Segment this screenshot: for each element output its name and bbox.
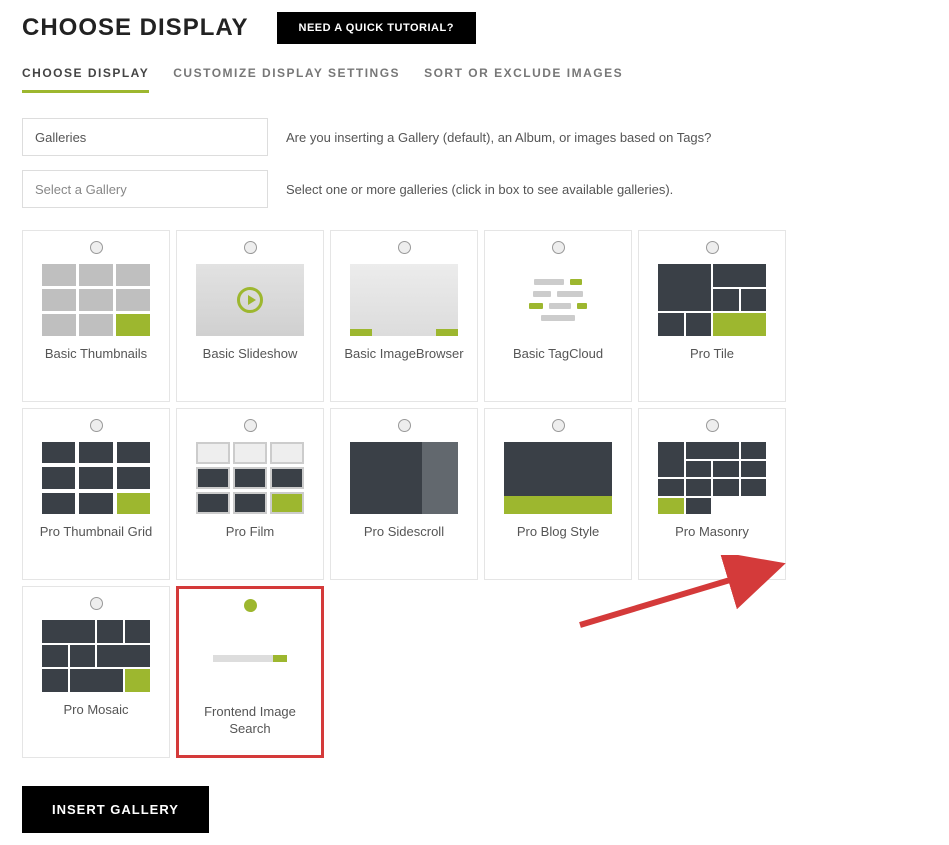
preview-basic-slideshow bbox=[196, 264, 304, 336]
gallery-help-text: Select one or more galleries (click in b… bbox=[286, 182, 673, 197]
option-label: Pro Film bbox=[226, 524, 274, 541]
radio-icon bbox=[552, 419, 565, 432]
option-label: Pro Mosaic bbox=[63, 702, 128, 719]
option-label: Pro Thumbnail Grid bbox=[40, 524, 152, 541]
option-label: Pro Tile bbox=[690, 346, 734, 363]
preview-basic-thumbnails bbox=[42, 264, 150, 336]
option-pro-film[interactable]: Pro Film bbox=[176, 408, 324, 580]
option-label: Basic ImageBrowser bbox=[344, 346, 463, 363]
option-label: Basic Thumbnails bbox=[45, 346, 147, 363]
preview-frontend-image-search bbox=[196, 622, 304, 694]
preview-pro-blog-style bbox=[504, 442, 612, 514]
radio-icon bbox=[706, 419, 719, 432]
radio-icon bbox=[244, 241, 257, 254]
page-title: CHOOSE DISPLAY bbox=[22, 14, 249, 42]
radio-icon bbox=[552, 241, 565, 254]
option-pro-tile[interactable]: Pro Tile bbox=[638, 230, 786, 402]
option-pro-mosaic[interactable]: Pro Mosaic bbox=[22, 586, 170, 758]
tab-customize-settings[interactable]: CUSTOMIZE DISPLAY SETTINGS bbox=[173, 66, 400, 93]
gallery-select[interactable]: Select a Gallery bbox=[22, 170, 268, 208]
preview-pro-sidescroll bbox=[350, 442, 458, 514]
option-basic-tagcloud[interactable]: Basic TagCloud bbox=[484, 230, 632, 402]
display-options-grid: Basic Thumbnails Basic Slideshow Basic I… bbox=[22, 230, 927, 758]
option-frontend-image-search[interactable]: Frontend Image Search bbox=[176, 586, 324, 758]
option-label: Frontend Image Search bbox=[187, 704, 313, 738]
radio-icon bbox=[244, 419, 257, 432]
preview-pro-mosaic bbox=[42, 620, 150, 692]
radio-icon bbox=[90, 419, 103, 432]
option-pro-blog-style[interactable]: Pro Blog Style bbox=[484, 408, 632, 580]
insert-gallery-button[interactable]: INSERT GALLERY bbox=[22, 786, 209, 833]
play-icon bbox=[237, 287, 263, 313]
preview-pro-film bbox=[196, 442, 304, 514]
option-pro-thumbnail-grid[interactable]: Pro Thumbnail Grid bbox=[22, 408, 170, 580]
tab-choose-display[interactable]: CHOOSE DISPLAY bbox=[22, 66, 149, 93]
radio-icon bbox=[90, 597, 103, 610]
option-pro-sidescroll[interactable]: Pro Sidescroll bbox=[330, 408, 478, 580]
radio-icon bbox=[398, 419, 411, 432]
preview-pro-tile bbox=[658, 264, 766, 336]
option-label: Basic Slideshow bbox=[203, 346, 298, 363]
radio-icon bbox=[244, 599, 257, 612]
radio-icon bbox=[706, 241, 719, 254]
preview-pro-masonry bbox=[658, 442, 766, 514]
tab-sort-exclude[interactable]: SORT OR EXCLUDE IMAGES bbox=[424, 66, 623, 93]
option-label: Pro Masonry bbox=[675, 524, 749, 541]
preview-basic-imagebrowser bbox=[350, 264, 458, 336]
option-label: Basic TagCloud bbox=[513, 346, 603, 363]
tutorial-button[interactable]: NEED A QUICK TUTORIAL? bbox=[277, 12, 476, 44]
radio-icon bbox=[90, 241, 103, 254]
option-basic-thumbnails[interactable]: Basic Thumbnails bbox=[22, 230, 170, 402]
tab-bar: CHOOSE DISPLAY CUSTOMIZE DISPLAY SETTING… bbox=[22, 66, 927, 94]
radio-icon bbox=[398, 241, 411, 254]
option-basic-slideshow[interactable]: Basic Slideshow bbox=[176, 230, 324, 402]
preview-pro-thumbnail-grid bbox=[42, 442, 150, 514]
source-select[interactable]: Galleries bbox=[22, 118, 268, 156]
option-label: Pro Sidescroll bbox=[364, 524, 444, 541]
option-label: Pro Blog Style bbox=[517, 524, 599, 541]
option-basic-imagebrowser[interactable]: Basic ImageBrowser bbox=[330, 230, 478, 402]
option-pro-masonry[interactable]: Pro Masonry bbox=[638, 408, 786, 580]
source-help-text: Are you inserting a Gallery (default), a… bbox=[286, 130, 711, 145]
preview-basic-tagcloud bbox=[504, 264, 612, 336]
